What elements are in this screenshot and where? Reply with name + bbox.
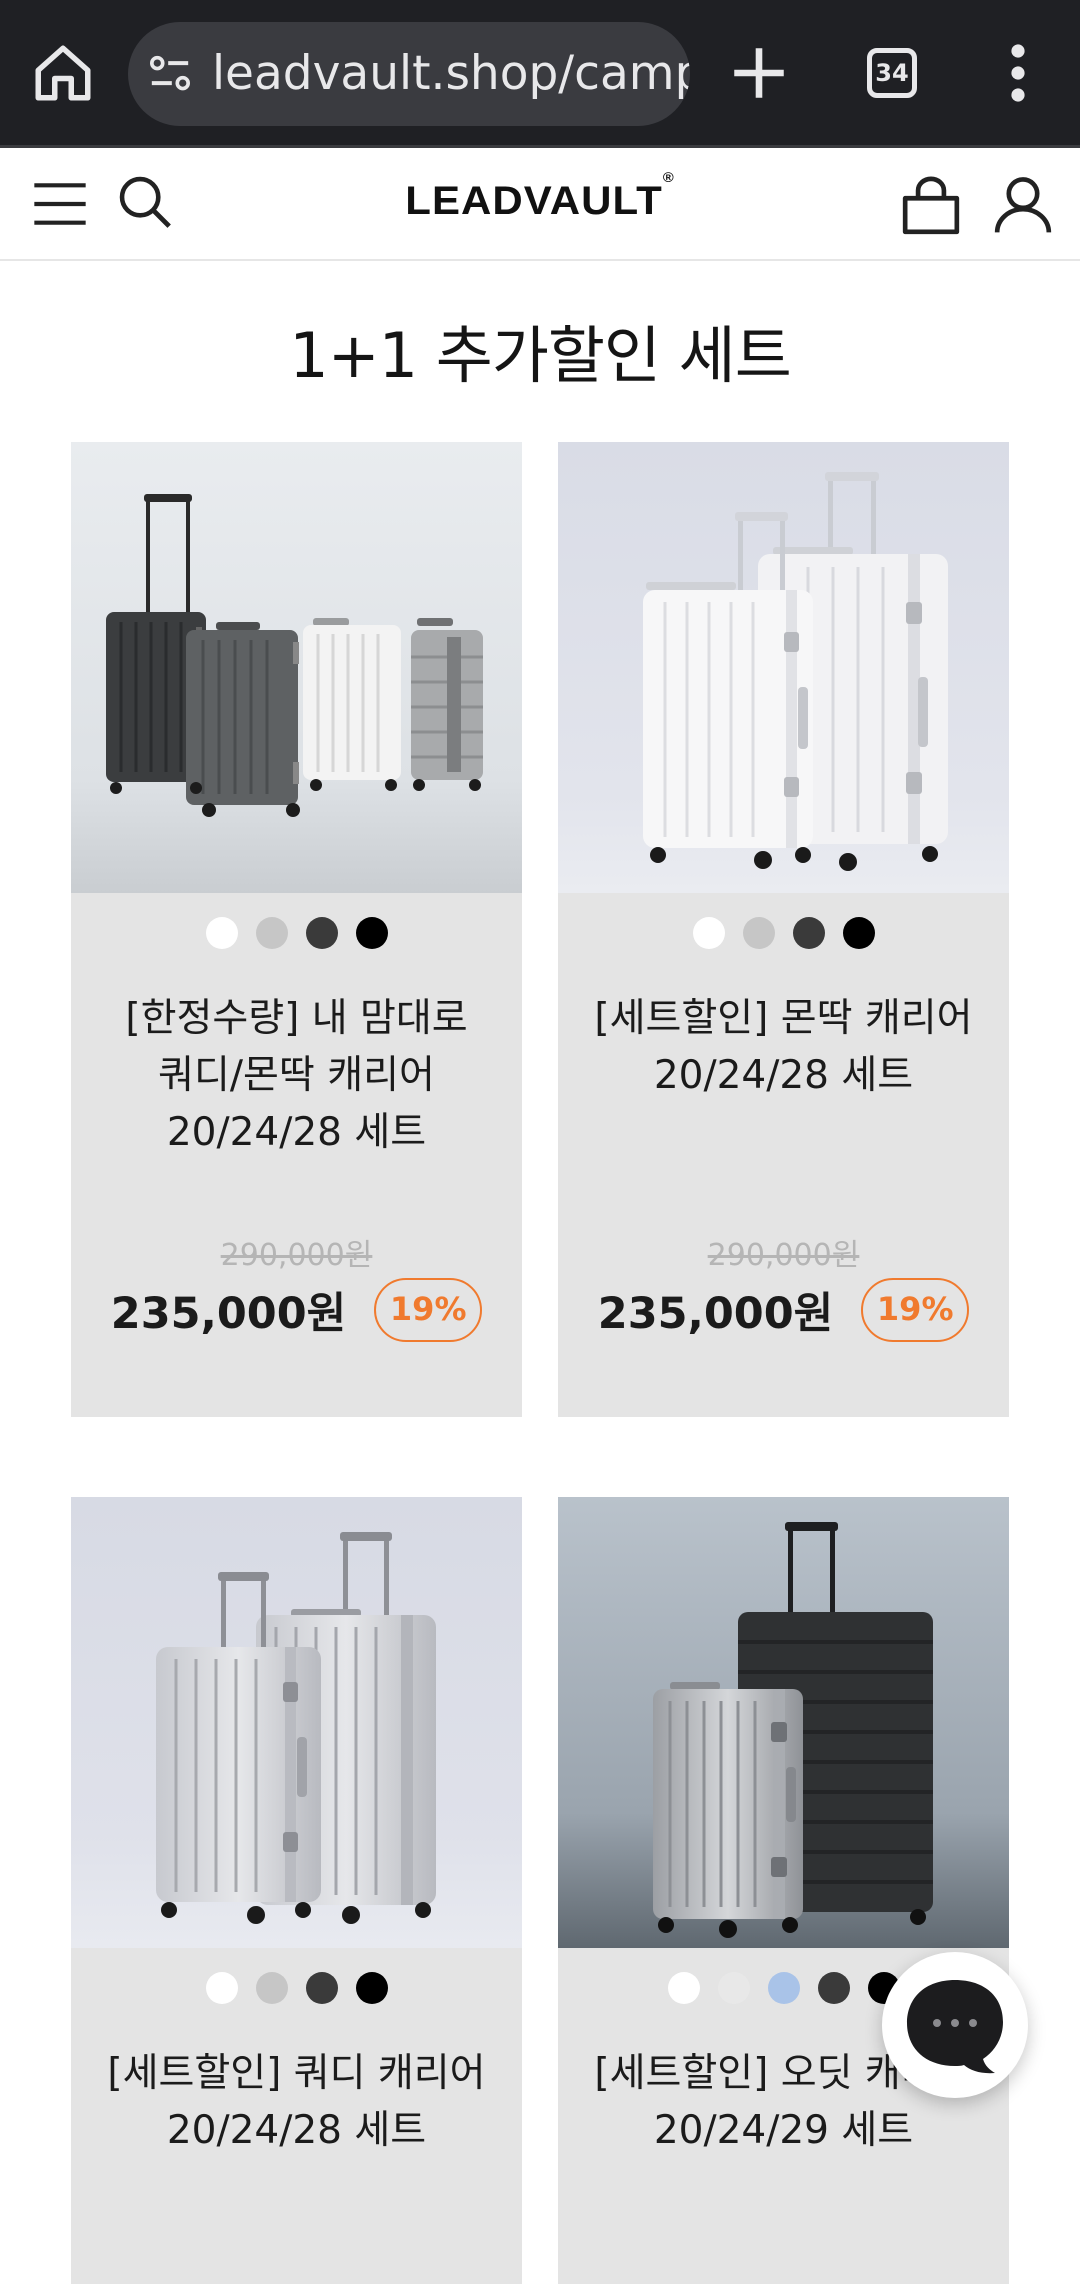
color-swatch-white[interactable] bbox=[205, 917, 238, 949]
site-settings-icon[interactable] bbox=[148, 54, 192, 94]
product-name-line: 20/24/28 세트 bbox=[166, 1110, 427, 1155]
color-swatch-black[interactable] bbox=[355, 1972, 388, 2004]
original-price: 290,000원 bbox=[707, 1238, 860, 1273]
color-swatch-white[interactable] bbox=[205, 1972, 238, 2004]
url-text: leadvault.shop/campa bbox=[212, 46, 690, 101]
logo-mark: ® bbox=[662, 168, 675, 185]
price-line: 235,000원 19% bbox=[71, 1278, 522, 1342]
color-swatch-dark[interactable] bbox=[817, 1972, 850, 2004]
product-card[interactable]: [세트할인] 쿼디 캐리어 20/24/28 세트 bbox=[71, 1497, 522, 2284]
product-name[interactable]: [세트할인] 쿼디 캐리어 20/24/28 세트 bbox=[91, 2045, 502, 2159]
product-image[interactable] bbox=[71, 1497, 522, 1948]
color-swatch-black[interactable] bbox=[842, 917, 875, 949]
color-swatch-gray[interactable] bbox=[255, 917, 288, 949]
price-line: 235,000원 19% bbox=[558, 1278, 1009, 1342]
product-name-line: [세트할인] 몬딱 캐리어 bbox=[594, 996, 973, 1041]
product-name[interactable]: [한정수량] 내 맘대로 쿼디/몬딱 캐리어 20/24/28 세트 bbox=[91, 990, 502, 1161]
color-swatches bbox=[71, 1972, 522, 2006]
product-name-line: 20/24/28 세트 bbox=[653, 1053, 914, 1098]
address-bar[interactable]: leadvault.shop/campa bbox=[128, 22, 690, 126]
product-card[interactable]: [한정수량] 내 맘대로 쿼디/몬딱 캐리어 20/24/28 세트 290,0… bbox=[71, 442, 522, 1417]
product-name-line: 20/24/29 세트 bbox=[653, 2108, 914, 2153]
sale-price: 235,000원 bbox=[110, 1289, 347, 1339]
color-swatch-white[interactable] bbox=[692, 917, 725, 949]
sale-price: 235,000원 bbox=[597, 1289, 834, 1339]
product-name-line: [세트할인] 쿼디 캐리어 bbox=[107, 2051, 486, 2096]
color-swatch-blue[interactable] bbox=[767, 1972, 800, 2004]
search-icon[interactable] bbox=[116, 173, 174, 231]
menu-icon[interactable] bbox=[32, 176, 88, 232]
site-logo[interactable]: LEADVAULT® bbox=[351, 169, 729, 229]
product-card[interactable]: [세트할인] 몬딱 캐리어 20/24/28 세트 290,000원 235,0… bbox=[558, 442, 1009, 1417]
original-price: 290,000원 bbox=[220, 1238, 373, 1273]
product-name[interactable]: [세트할인] 몬딱 캐리어 20/24/28 세트 bbox=[578, 990, 989, 1104]
product-name-line: 쿼디/몬딱 캐리어 bbox=[158, 1053, 435, 1098]
home-icon[interactable] bbox=[30, 40, 96, 106]
section-title: 1+1 추가할인 세트 bbox=[289, 319, 792, 392]
color-swatch-gray[interactable] bbox=[255, 1972, 288, 2004]
browser-toolbar: leadvault.shop/campa 34 bbox=[0, 0, 1080, 148]
cart-icon[interactable] bbox=[900, 175, 962, 237]
product-image[interactable] bbox=[558, 1497, 1009, 1948]
product-card[interactable]: [세트할인] 오딧 캐리어 20/24/29 세트 bbox=[558, 1497, 1009, 2284]
color-swatches bbox=[71, 917, 522, 951]
new-tab-icon[interactable] bbox=[726, 40, 792, 106]
discount-badge: 19% bbox=[861, 1278, 970, 1342]
color-swatch-dark[interactable] bbox=[305, 1972, 338, 2004]
color-swatch-dark[interactable] bbox=[305, 917, 338, 949]
color-swatch-dark[interactable] bbox=[792, 917, 825, 949]
logo-text: LEADVAULT bbox=[405, 179, 663, 223]
tab-switcher-icon[interactable]: 34 bbox=[867, 48, 917, 98]
product-name-line: 20/24/28 세트 bbox=[166, 2108, 427, 2153]
discount-badge: 19% bbox=[374, 1278, 483, 1342]
more-options-icon[interactable] bbox=[1000, 40, 1036, 106]
site-header: LEADVAULT® bbox=[0, 151, 1080, 261]
chat-icon bbox=[907, 1980, 1003, 2074]
color-swatch-light-gray[interactable] bbox=[717, 1972, 750, 2004]
color-swatch-white[interactable] bbox=[667, 1972, 700, 2004]
chat-button[interactable] bbox=[882, 1952, 1028, 2098]
product-image[interactable] bbox=[71, 442, 522, 893]
color-swatch-black[interactable] bbox=[355, 917, 388, 949]
product-name-line: [한정수량] 내 맘대로 bbox=[125, 996, 468, 1041]
product-image[interactable] bbox=[558, 442, 1009, 893]
account-icon[interactable] bbox=[992, 173, 1054, 235]
color-swatch-gray[interactable] bbox=[742, 917, 775, 949]
color-swatches bbox=[558, 917, 1009, 951]
